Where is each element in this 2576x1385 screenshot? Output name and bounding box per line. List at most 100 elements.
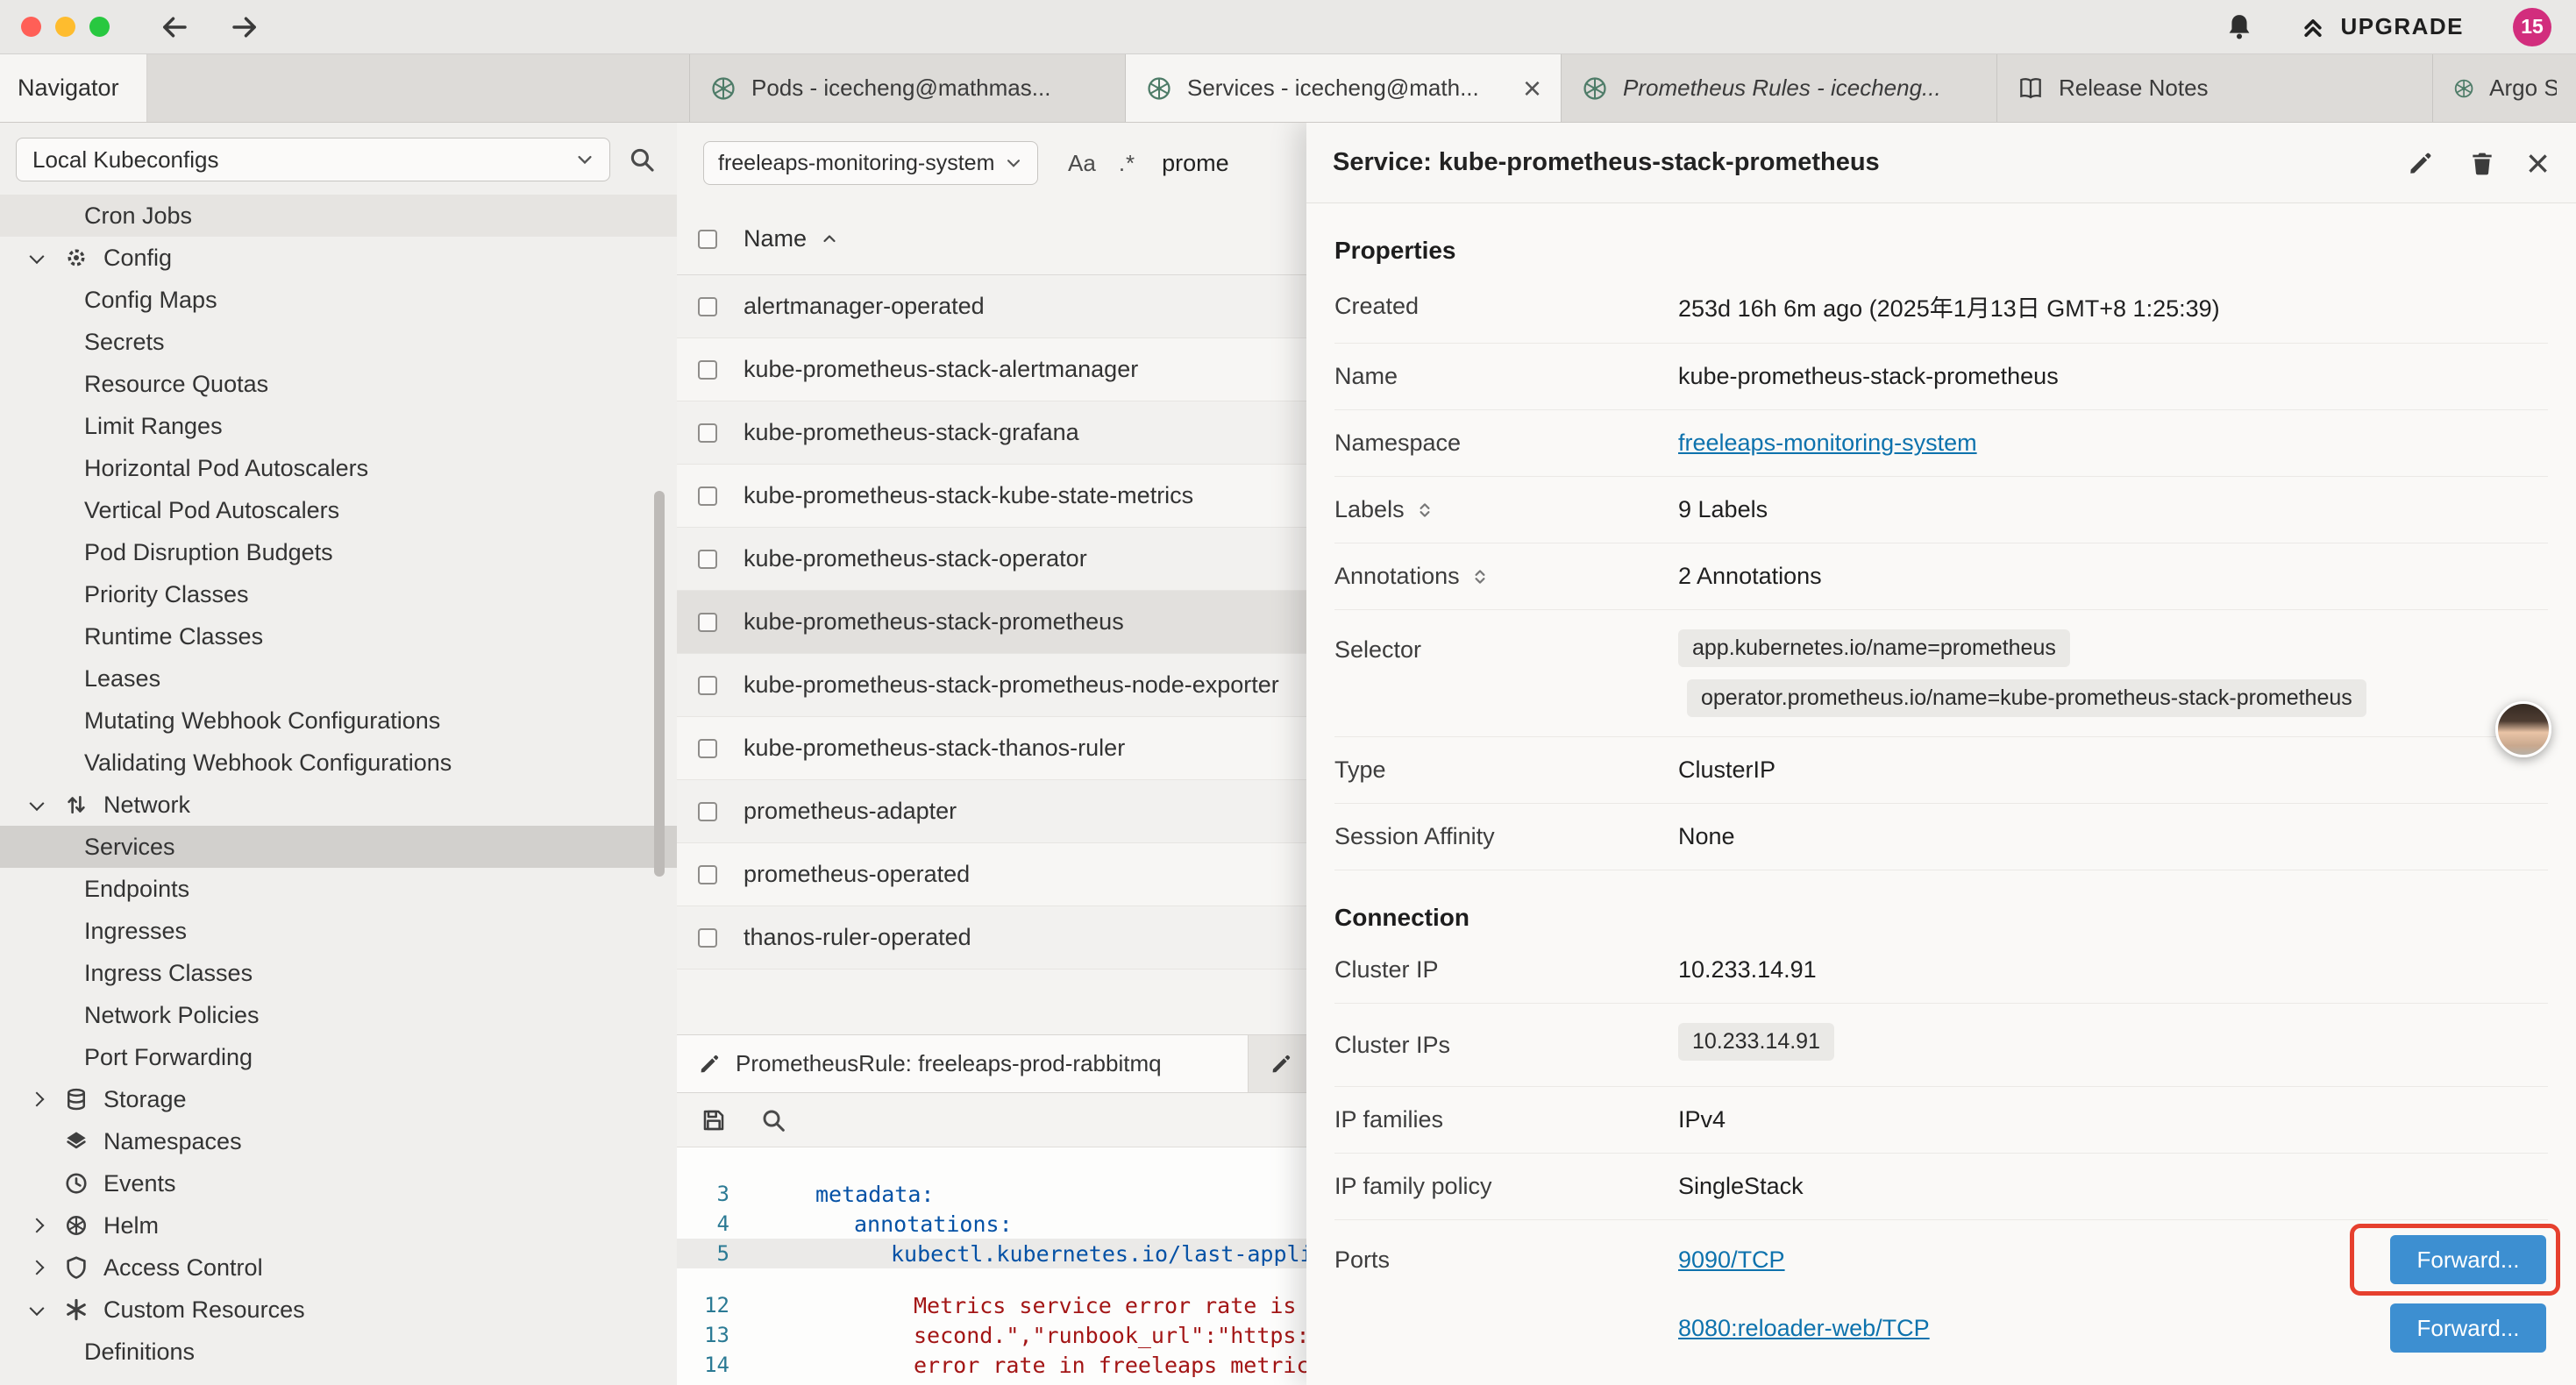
namespace-selector-value: freeleaps-monitoring-system	[718, 151, 994, 176]
notification-badge[interactable]: 15	[2513, 8, 2551, 46]
case-sensitive-toggle[interactable]: Aa	[1068, 150, 1096, 177]
sidebar-item-mutating-webhook-configurations[interactable]: Mutating Webhook Configurations	[0, 700, 677, 742]
sidebar-item-leases[interactable]: Leases	[0, 657, 677, 700]
editor-search-button[interactable]	[759, 1106, 787, 1134]
row-checkbox[interactable]	[698, 487, 717, 506]
namespace-selector[interactable]: freeleaps-monitoring-system	[703, 141, 1038, 185]
notifications-button[interactable]	[2223, 11, 2256, 44]
sidebar-item-secrets[interactable]: Secrets	[0, 321, 677, 363]
window-minimize-button[interactable]	[55, 17, 75, 37]
tab-argo[interactable]: Argo Se	[2433, 54, 2576, 122]
sidebar-item-ingresses[interactable]: Ingresses	[0, 910, 677, 952]
forward-button[interactable]	[225, 8, 264, 46]
user-avatar[interactable]	[2495, 701, 2551, 757]
kubeconfig-selector[interactable]: Local Kubeconfigs	[16, 138, 610, 181]
dock-tab-partial[interactable]	[1249, 1035, 1315, 1092]
sidebar-item-config-maps[interactable]: Config Maps	[0, 279, 677, 321]
sidebar-item-services[interactable]: Services	[0, 826, 677, 868]
close-icon[interactable]: ×	[2526, 143, 2550, 183]
row-checkbox[interactable]	[698, 423, 717, 443]
sidebar-item-config[interactable]: Config	[0, 237, 677, 279]
forward-button[interactable]: Forward...	[2390, 1303, 2546, 1353]
bell-icon	[2223, 11, 2256, 44]
regex-toggle[interactable]: .*	[1119, 150, 1135, 177]
sidebar-item-network[interactable]: Network	[0, 784, 677, 826]
save-button[interactable]	[700, 1106, 728, 1134]
detail-row-ip-family-policy: IP family policy SingleStack	[1334, 1154, 2548, 1220]
sidebar-search-button[interactable]	[621, 138, 663, 181]
sidebar-item-port-forwarding[interactable]: Port Forwarding	[0, 1036, 677, 1078]
sidebar-item-helm[interactable]: Helm	[0, 1204, 677, 1246]
sidebar-item-validating-webhook-configurations[interactable]: Validating Webhook Configurations	[0, 742, 677, 784]
sidebar-item-endpoints[interactable]: Endpoints	[0, 868, 677, 910]
window-zoom-button[interactable]	[89, 17, 110, 37]
select-all-checkbox[interactable]	[698, 230, 717, 249]
sidebar-item-network-policies[interactable]: Network Policies	[0, 994, 677, 1036]
sidebar-item-horizontal-pod-autoscalers[interactable]: Horizontal Pod Autoscalers	[0, 447, 677, 489]
dock-tab-label: PrometheusRule: freeleaps-prod-rabbitmq	[736, 1050, 1162, 1077]
port-link-9090[interactable]: 9090/TCP	[1678, 1246, 1785, 1274]
sidebar-item-access-control[interactable]: Access Control	[0, 1246, 677, 1289]
connection-heading: Connection	[1334, 898, 2548, 937]
port-link-8080-reloader-web[interactable]: 8080:reloader-web/TCP	[1678, 1315, 1930, 1342]
sidebar-scrollbar[interactable]	[654, 491, 665, 877]
sidebar-item-priority-classes[interactable]: Priority Classes	[0, 573, 677, 615]
sidebar-item-vertical-pod-autoscalers[interactable]: Vertical Pod Autoscalers	[0, 489, 677, 531]
row-checkbox[interactable]	[698, 676, 717, 695]
row-checkbox[interactable]	[698, 360, 717, 380]
detail-row-cluster-ips: Cluster IPs 10.233.14.91	[1334, 1004, 2548, 1087]
name-column-header[interactable]: Name	[744, 225, 840, 252]
network-arrows-icon	[63, 792, 103, 818]
chevron-down-icon	[32, 252, 63, 263]
expand-updown-icon[interactable]	[1470, 567, 1490, 586]
row-checkbox[interactable]	[698, 550, 717, 569]
sidebar-item-resource-quotas[interactable]: Resource Quotas	[0, 363, 677, 405]
row-checkbox[interactable]	[698, 802, 717, 821]
window-close-button[interactable]	[21, 17, 41, 37]
sidebar-item-pod-disruption-budgets[interactable]: Pod Disruption Budgets	[0, 531, 677, 573]
row-checkbox[interactable]	[698, 613, 717, 632]
tab-services[interactable]: Services - icecheng@math... ×	[1126, 54, 1562, 122]
search-input[interactable]	[1162, 150, 1302, 177]
tab-close-icon[interactable]: ×	[1523, 73, 1541, 104]
sidebar-item-custom-resources[interactable]: Custom Resources	[0, 1289, 677, 1331]
tab-pods[interactable]: Pods - icecheng@mathmas...	[690, 54, 1126, 122]
expand-updown-icon[interactable]	[1415, 501, 1434, 520]
edit-button[interactable]	[2402, 144, 2440, 182]
namespace-link[interactable]: freeleaps-monitoring-system	[1678, 430, 1977, 456]
tab-release-notes[interactable]: Release Notes	[1997, 54, 2433, 122]
detail-row-type: Type ClusterIP	[1334, 737, 2548, 804]
row-checkbox[interactable]	[698, 739, 717, 758]
chevron-right-icon	[32, 1262, 63, 1273]
sidebar-item-limit-ranges[interactable]: Limit Ranges	[0, 405, 677, 447]
chevron-right-icon	[32, 1220, 63, 1231]
titlebar: UPGRADE 15	[0, 0, 2576, 54]
tab-label: Release Notes	[2059, 75, 2209, 102]
forward-button[interactable]: Forward...	[2390, 1235, 2546, 1284]
sidebar-item-ingress-classes[interactable]: Ingress Classes	[0, 952, 677, 994]
dock-tab-prometheusrule[interactable]: PrometheusRule: freeleaps-prod-rabbitmq	[677, 1035, 1249, 1092]
chevron-down-icon	[573, 147, 597, 172]
config-gear-icon	[63, 245, 103, 271]
trash-icon	[2468, 149, 2496, 177]
tab-label: Pods - icecheng@mathmas...	[751, 75, 1050, 102]
back-button[interactable]	[155, 8, 194, 46]
delete-button[interactable]	[2463, 144, 2501, 182]
navigator-sidebar: Local Kubeconfigs Cron Jobs Config Confi…	[0, 123, 677, 1385]
sidebar-item-namespaces[interactable]: Namespaces	[0, 1120, 677, 1162]
sidebar-item-definitions[interactable]: Definitions	[0, 1331, 677, 1373]
tab-prometheus-rules[interactable]: Prometheus Rules - icecheng...	[1562, 54, 1997, 122]
row-checkbox[interactable]	[698, 928, 717, 948]
upgrade-button[interactable]: UPGRADE	[2298, 12, 2464, 42]
row-checkbox[interactable]	[698, 865, 717, 884]
edit-pencil-icon	[2407, 149, 2435, 177]
sidebar-item-cron-jobs[interactable]: Cron Jobs	[0, 195, 677, 237]
sidebar-item-events[interactable]: Events	[0, 1162, 677, 1204]
storage-icon	[63, 1086, 103, 1112]
navigator-header-zone: Navigator	[0, 54, 690, 122]
row-checkbox[interactable]	[698, 297, 717, 316]
sidebar-item-runtime-classes[interactable]: Runtime Classes	[0, 615, 677, 657]
port-line: 8080:reloader-web/TCP Forward...	[1678, 1294, 2548, 1362]
tab-label: Prometheus Rules - icecheng...	[1623, 75, 1941, 102]
sidebar-item-storage[interactable]: Storage	[0, 1078, 677, 1120]
